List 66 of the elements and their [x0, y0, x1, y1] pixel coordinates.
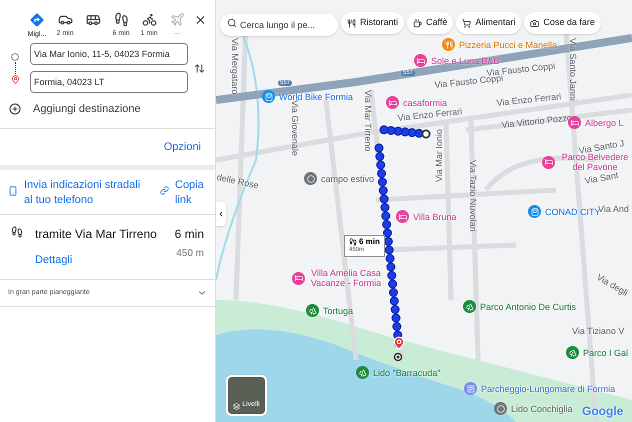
- street-name: Via Tazio Nuvolari: [468, 160, 478, 232]
- street-name: Via Tiziano V: [572, 326, 624, 336]
- send-to-phone-link[interactable]: Invia indicazioni stradali al tuo telefono: [24, 178, 144, 208]
- place-name: Parco Antonio De Curtis: [480, 302, 576, 312]
- bus-icon: [86, 12, 101, 27]
- street-name: Via Enzo Ferrari: [496, 91, 562, 108]
- place-name: Parcheggio-Lungomare di Formia: [481, 384, 616, 394]
- copy-link[interactable]: Copia link: [175, 178, 205, 208]
- add-icon[interactable]: [9, 103, 21, 116]
- collapse-panel-button[interactable]: [216, 202, 226, 226]
- street-name: Via Giovenale: [290, 100, 300, 156]
- details-link[interactable]: Dettagli: [35, 252, 157, 268]
- place-name: World Bike Formia: [279, 92, 353, 102]
- search-icon: [227, 18, 237, 28]
- chevron-left-icon: [217, 210, 225, 218]
- end-point-icon: [393, 352, 403, 362]
- place-name: Albergo L: [585, 118, 624, 128]
- route-name: tramite Via Mar Tirreno: [35, 226, 157, 243]
- category-chip[interactable]: Ristoranti: [341, 12, 404, 34]
- place-name: Lido "Barracuda": [373, 368, 440, 378]
- place-name: Parco I Gal: [583, 348, 628, 358]
- walking-icon: [11, 226, 23, 238]
- layers-icon: [233, 403, 240, 410]
- cup-icon: [413, 18, 422, 28]
- category-chip[interactable]: Caffè: [407, 12, 454, 34]
- place-name: Parco Belvedere del Pavone: [560, 152, 630, 172]
- street-name: delle Rose: [216, 172, 260, 191]
- street-name: Via Mergataro: [230, 38, 240, 94]
- street-name: Via Santo Janni: [568, 38, 578, 101]
- street-name: Via Sant: [584, 170, 620, 186]
- camera-icon: [530, 18, 540, 28]
- place-name: Villa Bruna: [413, 212, 456, 222]
- link-icon: [160, 186, 169, 195]
- swap-icon[interactable]: [194, 62, 205, 74]
- phone-icon: [8, 186, 18, 196]
- route-distance: 450 m: [176, 247, 204, 261]
- category-chip[interactable]: Cose da fare: [524, 12, 601, 34]
- origin-field[interactable]: Via Mar Ionio, 11-5, 04023 Formia: [30, 43, 188, 65]
- street-name: Via Mar Tirreno: [363, 90, 373, 152]
- place-name: casaformia: [403, 98, 448, 108]
- place-name: Villa Amelia Casa Vacanze - Formia: [310, 268, 382, 288]
- walking-icon: [114, 12, 129, 27]
- callout-time: 6 min: [359, 237, 380, 246]
- place-name: campo estivo: [321, 174, 374, 184]
- cart-icon: [462, 18, 472, 28]
- street-name: Via degli: [595, 272, 630, 298]
- place-name: Lido Conchiglia: [511, 404, 573, 414]
- add-destination-button[interactable]: Aggiungi destinazione: [33, 101, 141, 118]
- plane-icon: [170, 12, 185, 27]
- place-name: Tortuga: [323, 306, 354, 316]
- search-field[interactable]: Cerca lungo il pe...: [220, 14, 338, 36]
- destination-pin-icon: [10, 74, 20, 84]
- fork-knife-icon: [347, 18, 356, 28]
- start-point-icon: [421, 129, 431, 139]
- origin-circle-icon: [11, 52, 19, 60]
- category-chip[interactable]: Alimentari: [456, 12, 522, 34]
- route-time: 6 min: [174, 226, 204, 243]
- walking-icon: [349, 238, 357, 246]
- options-link[interactable]: Opzioni: [164, 138, 201, 155]
- destination-pin-icon: [392, 336, 406, 350]
- destination-field[interactable]: Formia, 04023 LT: [30, 71, 188, 93]
- place-name: Pizzeria Pucci e Manella: [459, 40, 558, 50]
- bicycle-icon: [142, 12, 157, 27]
- street-name: Via Mar Ionio: [434, 129, 444, 182]
- google-logo: Google: [582, 403, 624, 420]
- street-name: Via Enzo Ferrari: [397, 106, 463, 123]
